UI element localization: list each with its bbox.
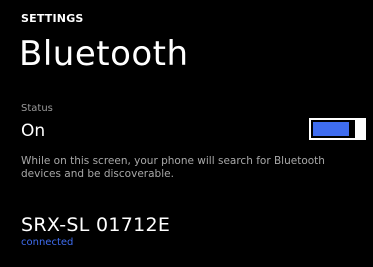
status-label: Status: [21, 103, 53, 114]
status-value: On: [21, 121, 46, 141]
bluetooth-toggle-switch[interactable]: [309, 118, 366, 140]
bluetooth-settings-screen: SETTINGS Bluetooth Status On While on th…: [0, 0, 373, 267]
bluetooth-description: While on this screen, your phone will se…: [21, 155, 325, 180]
device-list-item[interactable]: SRX-SL 01712E connected: [21, 213, 351, 253]
device-connection-status: connected: [21, 237, 74, 248]
toggle-fill: [313, 122, 349, 136]
device-name: SRX-SL 01712E: [21, 214, 171, 236]
app-title: SETTINGS: [21, 12, 84, 25]
page-title: Bluetooth: [19, 34, 189, 74]
toggle-thumb[interactable]: [355, 118, 366, 140]
